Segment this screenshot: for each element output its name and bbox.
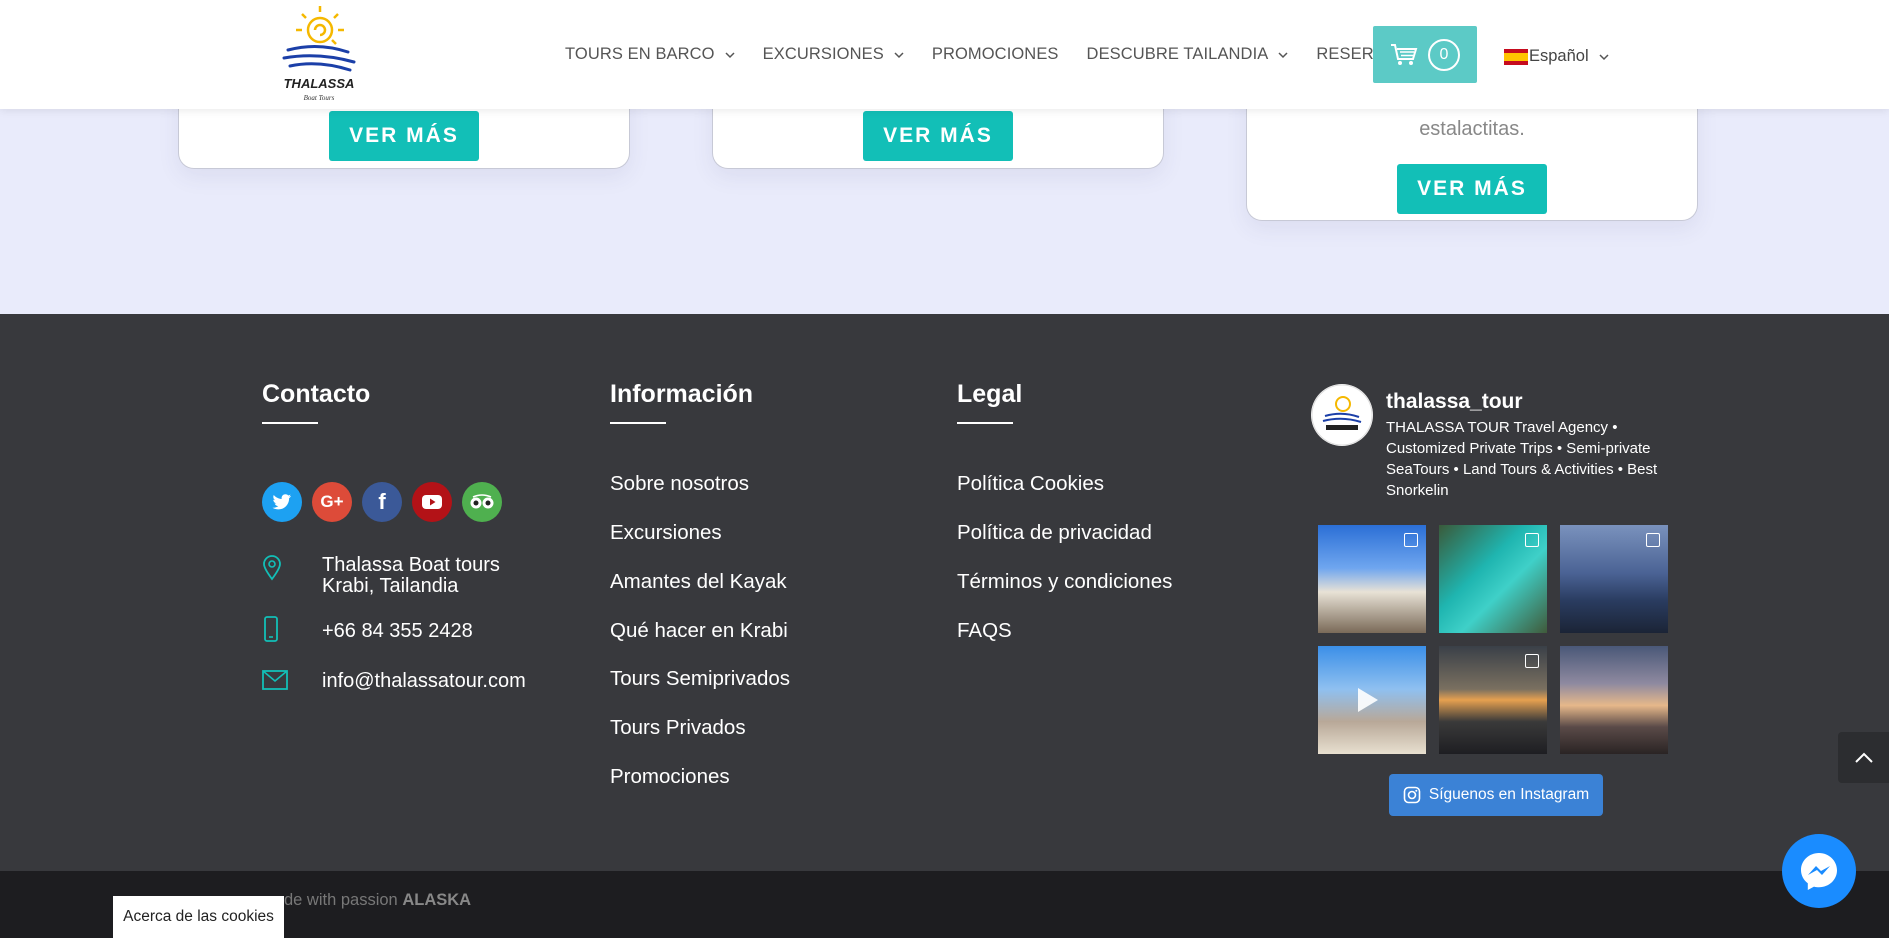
address-line-1: Thalassa Boat tours: [322, 554, 500, 576]
card-description: estalactitas.: [1419, 118, 1525, 140]
ver-mas-button-1[interactable]: VER MÁS: [329, 111, 479, 161]
instagram-follow-button[interactable]: Síguenos en Instagram: [1389, 774, 1603, 816]
cookies-button[interactable]: Acerca de las cookies: [113, 896, 284, 938]
link-politica-cookies[interactable]: Política Cookies: [957, 472, 1104, 496]
link-tours-privados[interactable]: Tours Privados: [610, 716, 746, 740]
email-row: info@thalassatour.com: [262, 670, 526, 696]
instagram-post[interactable]: [1560, 525, 1668, 633]
instagram-post[interactable]: [1318, 525, 1426, 633]
site-footer: Contacto G+ f Thalassa Boat tours Krabi,…: [0, 314, 1889, 871]
cart-button[interactable]: 0: [1373, 26, 1477, 83]
chevron-down-icon: [725, 51, 735, 58]
youtube-icon[interactable]: [412, 482, 452, 522]
nav-promociones[interactable]: PROMOCIONES: [932, 45, 1059, 64]
divider: [262, 422, 318, 424]
address-line-2: Krabi, Tailandia: [322, 575, 459, 597]
link-faqs[interactable]: FAQS: [957, 619, 1012, 643]
messenger-icon: [1801, 853, 1837, 890]
chevron-up-icon: [1854, 752, 1873, 763]
chevron-down-icon: [1278, 51, 1288, 58]
instagram-post[interactable]: [1318, 646, 1426, 754]
nav-label: DESCUBRE TAILANDIA: [1086, 45, 1269, 63]
cart-icon: [1391, 43, 1418, 65]
spain-flag-icon: [1504, 48, 1528, 65]
legal-title: Legal: [957, 380, 1023, 408]
multi-photo-icon: [1404, 533, 1418, 547]
chevron-down-icon: [1599, 53, 1609, 60]
tripadvisor-icon[interactable]: [462, 482, 502, 522]
messenger-chat-button[interactable]: [1782, 834, 1856, 908]
google-plus-icon[interactable]: G+: [312, 482, 352, 522]
main-nav: TOURS EN BARCO EXCURSIONES PROMOCIONES D…: [565, 0, 1434, 109]
divider: [610, 422, 666, 424]
link-excursiones[interactable]: Excursiones: [610, 521, 722, 545]
chevron-down-icon: [894, 51, 904, 58]
link-sobre-nosotros[interactable]: Sobre nosotros: [610, 472, 749, 496]
address-row: Thalassa Boat tours Krabi, Tailandia: [262, 555, 500, 597]
multi-photo-icon: [1525, 654, 1539, 668]
phone-number[interactable]: +66 84 355 2428: [322, 616, 473, 650]
language-label: Español: [1529, 47, 1589, 65]
mail-icon: [262, 670, 288, 690]
instagram-post[interactable]: [1439, 646, 1547, 754]
instagram-feed: [1318, 525, 1668, 754]
nav-tours-en-barco[interactable]: TOURS EN BARCO: [565, 45, 735, 64]
link-terminos[interactable]: Términos y condiciones: [957, 570, 1172, 594]
phone-icon: [264, 616, 278, 642]
credit-text: de with passion ALASKA: [284, 891, 471, 910]
phone-row: +66 84 355 2428: [262, 616, 473, 650]
email-address[interactable]: info@thalassatour.com: [322, 670, 526, 696]
link-tours-semiprivados[interactable]: Tours Semiprivados: [610, 667, 790, 691]
nav-excursiones[interactable]: EXCURSIONES: [763, 45, 904, 64]
multi-photo-icon: [1646, 533, 1660, 547]
instagram-icon: [1403, 786, 1421, 804]
link-que-hacer-krabi[interactable]: Qué hacer en Krabi: [610, 619, 788, 643]
divider: [957, 422, 1013, 424]
link-promociones[interactable]: Promociones: [610, 765, 730, 789]
ver-mas-button-2[interactable]: VER MÁS: [863, 111, 1013, 161]
credit-prefix: de with passion: [284, 891, 398, 909]
instagram-username[interactable]: thalassa_tour: [1386, 390, 1523, 414]
nav-label: PROMOCIONES: [931, 45, 1059, 63]
link-amantes-kayak[interactable]: Amantes del Kayak: [610, 570, 787, 594]
nav-descubre-tailandia[interactable]: DESCUBRE TAILANDIA: [1087, 45, 1289, 64]
site-logo[interactable]: THALASSA Boat Tours: [278, 2, 360, 106]
social-icons: G+ f: [262, 482, 512, 522]
language-selector[interactable]: Español: [1504, 47, 1609, 66]
info-title: Información: [610, 380, 754, 408]
twitter-icon[interactable]: [262, 482, 302, 522]
svg-text:Boat Tours: Boat Tours: [304, 94, 335, 102]
nav-label: EXCURSIONES: [762, 45, 884, 63]
scroll-to-top-button[interactable]: [1838, 732, 1889, 783]
nav-label: TOURS EN BARCO: [565, 45, 715, 63]
link-politica-privacidad[interactable]: Política de privacidad: [957, 521, 1152, 545]
ver-mas-button-3[interactable]: VER MÁS: [1397, 164, 1547, 214]
credit-brand[interactable]: ALASKA: [402, 891, 471, 909]
play-icon: [1358, 688, 1378, 712]
multi-photo-icon: [1525, 533, 1539, 547]
cart-count: 0: [1428, 38, 1460, 71]
location-pin-icon: [263, 555, 281, 581]
instagram-post[interactable]: [1560, 646, 1668, 754]
follow-label: Síguenos en Instagram: [1428, 786, 1590, 803]
contact-title: Contacto: [262, 380, 371, 408]
svg-text:THALASSA: THALASSA: [284, 76, 355, 91]
instagram-bio: THALASSA TOUR Travel Agency • Customized…: [1386, 419, 1658, 499]
facebook-icon[interactable]: f: [362, 482, 402, 522]
instagram-post[interactable]: [1439, 525, 1547, 633]
instagram-avatar[interactable]: [1311, 384, 1373, 446]
site-header: THALASSA Boat Tours TOURS EN BARCO EXCUR…: [0, 0, 1889, 109]
